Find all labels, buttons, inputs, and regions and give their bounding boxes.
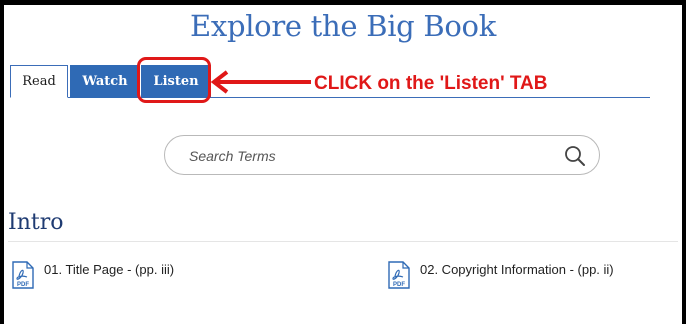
pdf-icon: PDF <box>12 261 34 289</box>
svg-text:PDF: PDF <box>17 282 29 288</box>
document-link[interactable]: PDF 02. Copyright Information - (pp. ii) <box>388 261 614 289</box>
page-title: Explore the Big Book <box>190 9 496 43</box>
tab-read[interactable]: Read <box>10 65 68 98</box>
section-divider <box>8 241 678 242</box>
page-frame: Explore the Big Book Read Watch Listen C… <box>4 5 682 324</box>
document-label: 02. Copyright Information - (pp. ii) <box>420 262 614 277</box>
tab-watch[interactable]: Watch <box>70 65 140 98</box>
document-link[interactable]: PDF 01. Title Page - (pp. iii) <box>12 261 174 289</box>
search-icon[interactable] <box>563 144 587 168</box>
left-arrow-icon <box>210 70 311 94</box>
listen-tab-highlight <box>137 57 211 103</box>
document-label: 01. Title Page - (pp. iii) <box>44 262 175 277</box>
svg-text:PDF: PDF <box>393 282 405 288</box>
search-box <box>164 135 600 176</box>
instruction-callout: CLICK on the 'Listen' TAB <box>314 73 548 94</box>
pdf-icon: PDF <box>388 261 410 289</box>
search-input[interactable] <box>187 136 551 176</box>
section-title: Intro <box>8 210 64 235</box>
